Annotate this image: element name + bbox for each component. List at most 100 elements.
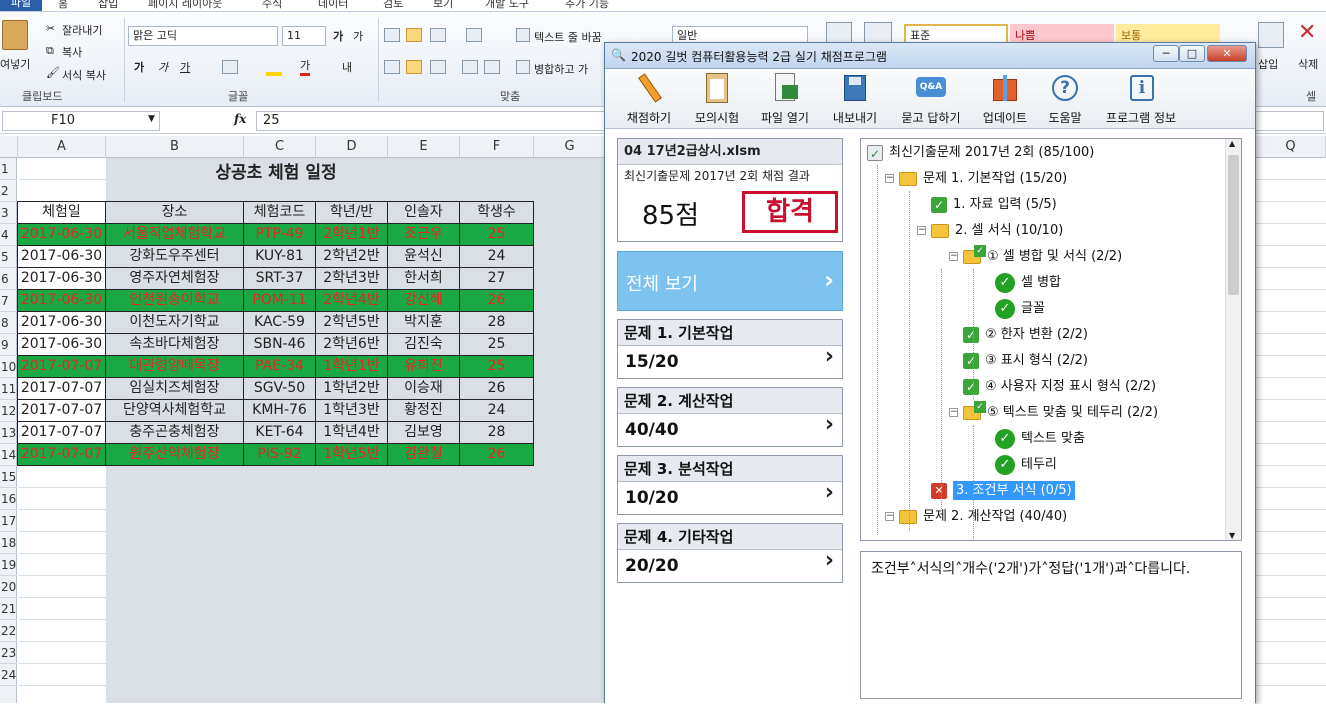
table-cell[interactable]: 강화도우주센터 [106, 246, 244, 268]
export-button[interactable]: 내보내기 [823, 71, 887, 127]
tree-item[interactable]: ✓ ① 셀 병합 및 서식 (2/2) [963, 244, 1122, 268]
grader-titlebar[interactable]: 🔍 2020 길벗 컴퓨터활용능력 2급 실기 채점프로그램 ─ □ ✕ [605, 43, 1255, 69]
table-cell[interactable]: 충주곤충체험장 [106, 422, 244, 444]
cut-button[interactable]: 잘라내기 [62, 22, 102, 38]
table-cell[interactable]: 24 [460, 400, 534, 422]
table-cell[interactable]: KAC-59 [244, 312, 316, 334]
row-header[interactable]: 1 [0, 158, 17, 180]
table-cell[interactable]: 2017-06-30 [18, 268, 106, 290]
result-tree[interactable]: ▲ ▼ ✓ 최신기출문제 2017년 2회 (85/100) 문제 1. 기본작업 … [860, 138, 1242, 541]
table-cell[interactable]: 유희진 [388, 356, 460, 378]
table-cell[interactable]: 한서희 [388, 268, 460, 290]
table-cell[interactable]: PAE-34 [244, 356, 316, 378]
table-cell[interactable]: 서울직업체험학교 [106, 224, 244, 246]
collapse-toggle-icon[interactable]: − [949, 408, 958, 417]
table-cell[interactable]: 황정진 [388, 400, 460, 422]
align-right-icon[interactable] [430, 60, 446, 74]
row-header[interactable]: 13 [0, 422, 17, 444]
column-header[interactable]: B [106, 136, 244, 158]
tree-item[interactable]: ✓ 최신기출문제 2017년 2회 (85/100) [867, 142, 1094, 164]
table-cell[interactable]: 24 [460, 246, 534, 268]
table-header-cell[interactable]: 인솔자 [388, 202, 460, 224]
tree-item[interactable]: ✓ ⑤ 텍스트 맞춤 및 테두리 (2/2) [963, 400, 1158, 424]
qna-button[interactable]: Q&A 묻고 답하기 [897, 71, 965, 127]
table-cell[interactable]: 1학년4반 [316, 422, 388, 444]
table-cell[interactable]: 2학년3반 [316, 268, 388, 290]
row-header[interactable]: 11 [0, 378, 17, 400]
row-header[interactable]: 3 [0, 202, 17, 224]
row-header[interactable]: 21 [0, 598, 17, 620]
table-cell[interactable]: KUY-81 [244, 246, 316, 268]
table-cell[interactable]: 임실치즈체험장 [106, 378, 244, 400]
tab-insert[interactable]: 삽입 [98, 0, 118, 11]
row-header[interactable]: 14 [0, 444, 17, 466]
grow-font-button[interactable]: 가 [333, 28, 343, 44]
section-card[interactable]: 문제 2. 계산작업 40/40 › [617, 387, 843, 447]
table-cell[interactable]: 25 [460, 356, 534, 378]
table-cell[interactable]: 1학년1반 [316, 356, 388, 378]
table-cell[interactable]: 속초바다체험장 [106, 334, 244, 356]
table-header-cell[interactable]: 체험일 [18, 202, 106, 224]
table-header-cell[interactable]: 학생수 [460, 202, 534, 224]
table-cell[interactable]: 2017-07-07 [18, 422, 106, 444]
copy-icon[interactable]: ⧉ [46, 44, 54, 58]
shrink-font-button[interactable]: 가 [353, 28, 363, 44]
name-box[interactable]: F10 [2, 111, 160, 131]
phonetic-button[interactable]: 내 [342, 59, 352, 75]
tab-developer[interactable]: 개발 도구 [485, 0, 529, 11]
table-cell[interactable]: KMH-76 [244, 400, 316, 422]
table-cell[interactable]: 2017-06-30 [18, 246, 106, 268]
tree-item[interactable]: ✓ ② 한자 변환 (2/2) [963, 324, 1088, 346]
row-header[interactable]: 16 [0, 488, 17, 510]
tab-data[interactable]: 데이터 [318, 0, 348, 11]
table-cell[interactable]: 박지훈 [388, 312, 460, 334]
sheet-title[interactable]: 상공초 체험 일정 [18, 158, 534, 184]
paste-button[interactable]: 여넣기 [0, 56, 30, 72]
table-cell[interactable]: 2017-07-07 [18, 356, 106, 378]
font-name-select[interactable]: 맑은 고딕 [128, 26, 278, 46]
row-header[interactable]: 23 [0, 642, 17, 664]
row-header[interactable]: 4 [0, 224, 17, 246]
table-cell[interactable]: 영주자연체험장 [106, 268, 244, 290]
table-cell[interactable]: 조근우 [388, 224, 460, 246]
tab-file[interactable]: 파일 [0, 0, 42, 11]
table-cell[interactable]: 2학년6반 [316, 334, 388, 356]
section-card[interactable]: 문제 4. 기타작업 20/20 › [617, 523, 843, 583]
cut-icon[interactable]: ✂ [46, 22, 55, 35]
function-icon[interactable]: fx [234, 112, 246, 126]
chevron-down-icon[interactable]: ▼ [148, 114, 155, 124]
tree-item[interactable]: 문제 1. 기본작업 (15/20) [899, 168, 1067, 190]
tree-scrollbar[interactable]: ▲ ▼ [1225, 139, 1241, 540]
table-cell[interactable]: 2017-06-30 [18, 334, 106, 356]
table-cell[interactable]: 원주산악체험장 [106, 444, 244, 466]
collapse-toggle-icon[interactable]: − [917, 226, 926, 235]
merge-button[interactable]: 병합하고 가 [534, 61, 588, 77]
minimize-button[interactable]: ─ [1153, 45, 1179, 62]
column-header[interactable]: F [460, 136, 534, 158]
table-cell[interactable]: 인천원송이학교 [106, 290, 244, 312]
copy-button[interactable]: 복사 [62, 44, 82, 60]
collapse-toggle-icon[interactable]: − [885, 512, 894, 521]
insert-cells-button[interactable]: 삽입 [1258, 56, 1278, 72]
table-header-cell[interactable]: 체험코드 [244, 202, 316, 224]
table-cell[interactable]: 김진숙 [388, 334, 460, 356]
scroll-down-icon[interactable]: ▼ [1229, 531, 1235, 540]
merge-icon[interactable] [516, 60, 530, 74]
update-button[interactable]: 업데이트 [977, 71, 1033, 127]
fill-color-icon[interactable] [266, 60, 282, 76]
worksheet[interactable]: 상공초 체험 일정 체험일 장소 체험코드 학년/반 인솔자 학생수 2017-06-30 서… [17, 158, 618, 703]
program-info-button[interactable]: i 프로그램 정보 [1099, 71, 1183, 127]
table-cell[interactable]: SGV-50 [244, 378, 316, 400]
table-cell[interactable]: 1학년2반 [316, 378, 388, 400]
row-header[interactable]: 7 [0, 290, 17, 312]
table-cell[interactable]: 1학년3반 [316, 400, 388, 422]
increase-indent-icon[interactable] [484, 60, 500, 74]
mock-exam-button[interactable]: 모의시험 [687, 71, 747, 127]
tree-item[interactable]: ✕ 3. 조건부 서식 (0/5) [931, 480, 1075, 502]
row-header[interactable]: 19 [0, 554, 17, 576]
help-button[interactable]: ? 도움말 [1041, 71, 1089, 127]
section-card[interactable]: 문제 3. 분석작업 10/20 › [617, 455, 843, 515]
select-all-corner[interactable] [0, 136, 18, 158]
tab-formulas[interactable]: 수식 [262, 0, 282, 11]
table-cell[interactable]: 26 [460, 378, 534, 400]
